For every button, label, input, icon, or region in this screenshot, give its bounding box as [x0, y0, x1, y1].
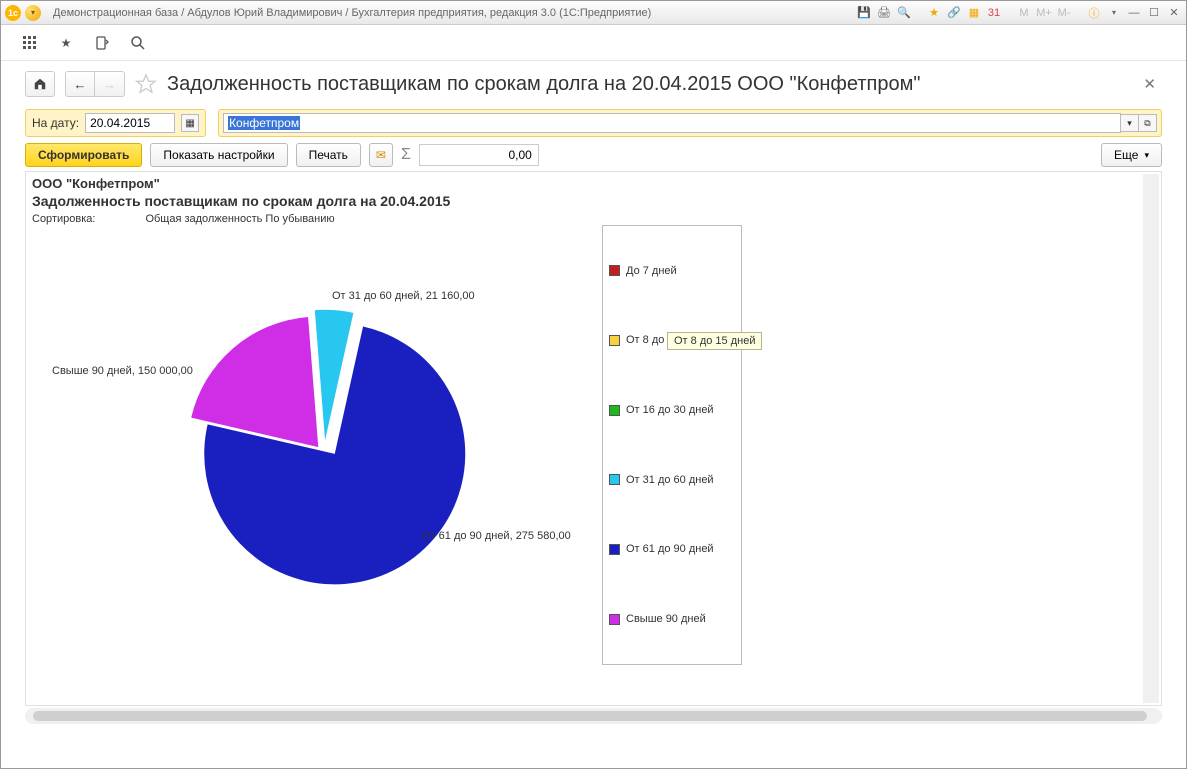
m-minus-icon[interactable]: M- [1056, 5, 1072, 21]
close-page-button[interactable]: ✕ [1137, 73, 1162, 95]
legend-label: Свыше 90 дней [626, 613, 706, 625]
chart-zone: От 31 до 60 дней, 21 160,00 От 61 до 90 … [32, 225, 1155, 675]
app-icon: 1c [5, 5, 21, 21]
history-icon[interactable] [93, 34, 111, 52]
favorite-page-icon[interactable] [135, 73, 157, 95]
legend-item-3[interactable]: От 31 до 60 дней [609, 474, 735, 486]
close-window-icon[interactable]: ✕ [1166, 5, 1182, 21]
slice-label-61-90: От 61 до 90 дней, 275 580,00 [422, 530, 571, 542]
report-sort-line: Сортировка: Общая задолженность По убыва… [32, 213, 1155, 225]
titlebar-left: 1c ▾ Демонстрационная база / Абдулов Юри… [5, 5, 651, 21]
forward-button[interactable]: → [95, 71, 125, 97]
app-dropdown-icon[interactable]: ▾ [25, 5, 41, 21]
chevron-down-icon: ▾ [1144, 150, 1149, 161]
search-icon[interactable] [129, 34, 147, 52]
star-icon[interactable]: ★ [57, 34, 75, 52]
calc-icon[interactable]: ▦ [966, 5, 982, 21]
calendar-icon[interactable]: 31 [986, 5, 1002, 21]
sum-icon: Σ [401, 146, 411, 164]
maximize-icon[interactable]: ☐ [1146, 5, 1162, 21]
page-title: Задолженность поставщикам по срокам долг… [167, 73, 920, 96]
legend-item-4[interactable]: От 61 до 90 дней [609, 543, 735, 555]
legend-swatch [609, 614, 620, 625]
m-plus-icon[interactable]: M+ [1036, 5, 1052, 21]
generate-button[interactable]: Сформировать [25, 143, 142, 167]
home-button[interactable] [25, 71, 55, 97]
info-dropdown-icon[interactable]: ▾ [1106, 5, 1122, 21]
minimize-icon[interactable]: — [1126, 5, 1142, 21]
m-icon[interactable]: M [1016, 5, 1032, 21]
chart-legend: До 7 дней От 8 до 1 От 16 до 30 дней От … [602, 225, 742, 665]
legend-swatch [609, 265, 620, 276]
back-button[interactable]: ← [65, 71, 95, 97]
sort-label: Сортировка: [32, 213, 95, 225]
legend-label: От 16 до 30 дней [626, 404, 714, 416]
legend-swatch [609, 544, 620, 555]
report-toolbar: Сформировать Показать настройки Печать ✉… [25, 143, 1162, 167]
window-title: Демонстрационная база / Абдулов Юрий Вла… [53, 7, 651, 19]
legend-item-0[interactable]: До 7 дней [609, 265, 735, 277]
date-filter: На дату: ▦ [25, 109, 206, 137]
organization-dropdown-icon[interactable]: ▾ [1121, 114, 1139, 132]
organization-open-icon[interactable]: ⧉ [1139, 114, 1157, 132]
apps-grid-icon[interactable] [21, 34, 39, 52]
legend-label: До 7 дней [626, 265, 677, 277]
print-button[interactable]: Печать [296, 143, 361, 167]
more-button[interactable]: Еще▾ [1101, 143, 1162, 167]
legend-tooltip: От 8 до 15 дней [667, 332, 762, 350]
legend-label: От 31 до 60 дней [626, 474, 714, 486]
legend-item-5[interactable]: Свыше 90 дней [609, 613, 735, 625]
nav-back-forward: ← → [65, 71, 125, 97]
titlebar-right: 💾 🖨 🔍 ★ 🔗 ▦ 31 M M+ M- ⓘ ▾ — ☐ ✕ [856, 5, 1182, 21]
filter-bar: На дату: ▦ Конфетпром ▾ ⧉ [25, 109, 1162, 137]
window-titlebar: 1c ▾ Демонстрационная база / Абдулов Юри… [1, 1, 1186, 25]
organization-input[interactable]: Конфетпром [223, 113, 1121, 133]
favorite-icon[interactable]: ★ [926, 5, 942, 21]
legend-swatch [609, 335, 620, 346]
slice-label-90plus: Свыше 90 дней, 150 000,00 [52, 365, 193, 377]
legend-label: От 61 до 90 дней [626, 543, 714, 555]
legend-swatch [609, 405, 620, 416]
print-icon[interactable]: 🖨 [876, 5, 892, 21]
date-input[interactable] [85, 113, 175, 133]
report-area: ООО "Конфетпром" Задолженность поставщик… [25, 171, 1162, 706]
email-button[interactable]: ✉ [369, 143, 393, 167]
pie-chart [182, 305, 472, 598]
legend-item-2[interactable]: От 16 до 30 дней [609, 404, 735, 416]
report-title: Задолженность поставщикам по срокам долг… [32, 193, 1155, 209]
sort-value: Общая задолженность По убыванию [145, 213, 334, 225]
scrollbar-thumb[interactable] [33, 711, 1147, 721]
sum-input[interactable] [419, 144, 539, 166]
main-iconbar: ★ [1, 25, 1186, 61]
page-header: ← → Задолженность поставщикам по срокам … [1, 61, 1186, 101]
link-icon[interactable]: 🔗 [946, 5, 962, 21]
save-icon[interactable]: 💾 [856, 5, 872, 21]
calendar-picker-icon[interactable]: ▦ [181, 114, 199, 132]
slice-label-31-60: От 31 до 60 дней, 21 160,00 [332, 290, 475, 302]
show-settings-button[interactable]: Показать настройки [150, 143, 287, 167]
date-label: На дату: [32, 116, 79, 130]
info-icon[interactable]: ⓘ [1086, 5, 1102, 21]
legend-swatch [609, 474, 620, 485]
report-org-title: ООО "Конфетпром" [32, 176, 1155, 191]
organization-filter: Конфетпром ▾ ⧉ [218, 109, 1162, 137]
horizontal-scrollbar[interactable] [25, 708, 1162, 724]
preview-icon[interactable]: 🔍 [896, 5, 912, 21]
